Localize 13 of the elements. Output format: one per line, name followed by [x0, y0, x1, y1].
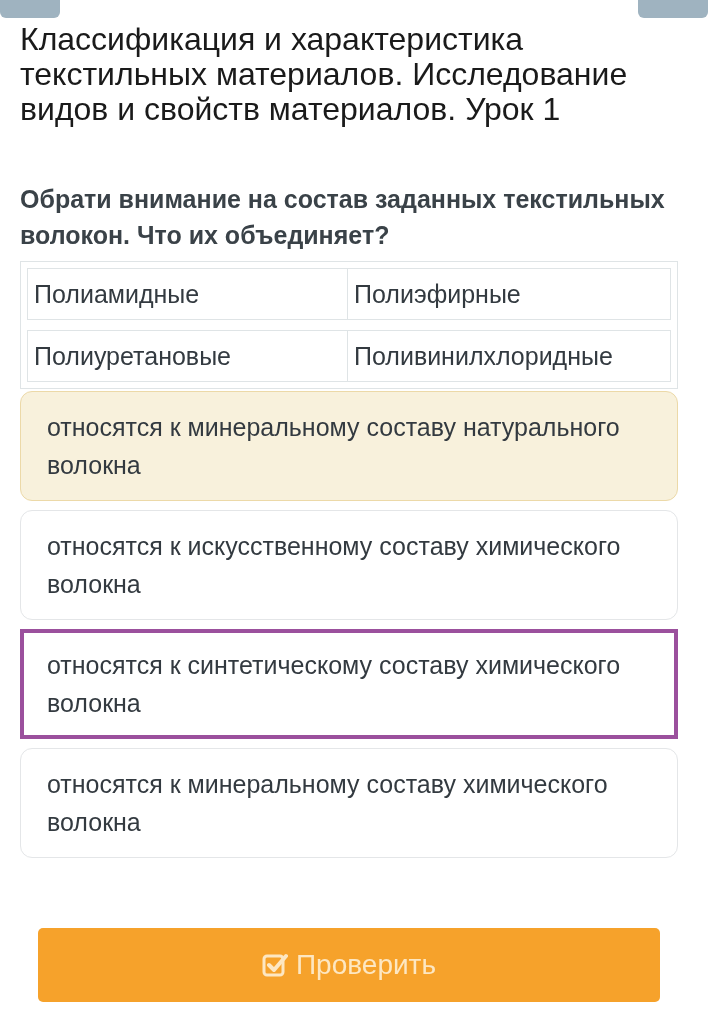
checkbox-icon: [262, 952, 288, 978]
nav-button[interactable]: [638, 0, 708, 18]
answer-option[interactable]: относятся к минеральному составу натурального волокна: [20, 391, 678, 501]
nav-button[interactable]: [0, 0, 60, 18]
table-cell-text: Полиамидные: [33, 279, 201, 310]
answer-option[interactable]: относятся к минеральному составу химического волокна: [20, 748, 678, 858]
answer-option[interactable]: относятся к искусственному составу химического волокна: [20, 510, 678, 620]
table-cell: Поливинилхлоридные: [347, 331, 670, 381]
answer-option[interactable]: относятся к синтетическому составу химического волокна: [20, 629, 678, 739]
lesson-title: Классификация и характеристика текстильных материалов. Исследование видов и свойств материалов. Урок 1: [20, 22, 629, 127]
table-cell: Полиэфирные: [347, 269, 670, 319]
question-text: Обрати внимание на состав заданных текстильных волокон. Что их объединяет?: [20, 184, 666, 251]
table-cell-text: Полиуретановые: [33, 341, 232, 372]
